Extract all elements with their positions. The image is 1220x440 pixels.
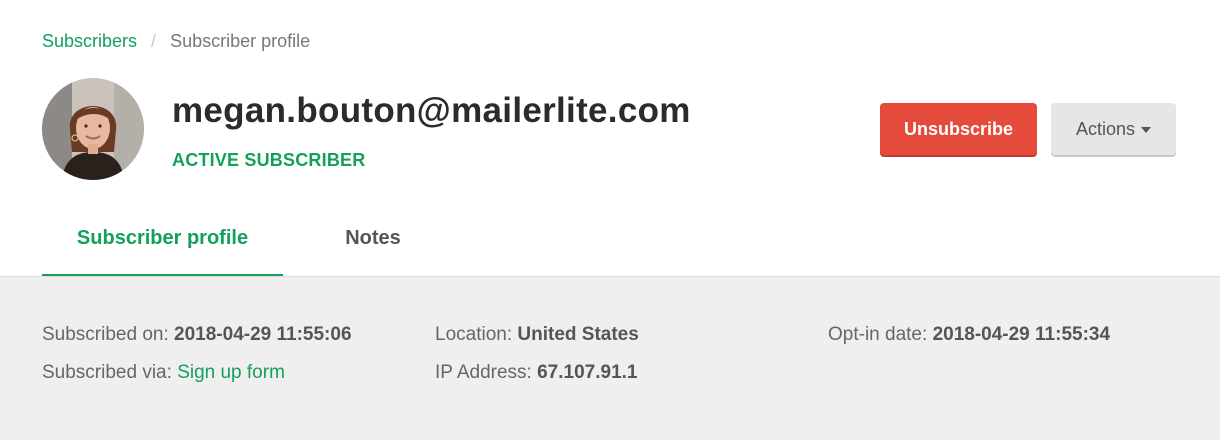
subscribed-via-row: Subscribed via: Sign up form [42, 361, 352, 399]
opt-in-date-value: 2018-04-29 11:55:34 [932, 324, 1111, 345]
ip-address-label: IP Address: [435, 362, 532, 383]
avatar [42, 78, 144, 180]
opt-in-date-row: Opt-in date: 2018-04-29 11:55:34 [828, 323, 1110, 361]
breadcrumb: Subscribers / Subscriber profile [42, 31, 310, 52]
ip-address-value: 67.107.91.1 [537, 362, 638, 383]
location-row: Location: United States [435, 323, 639, 361]
location-value: United States [517, 324, 639, 345]
tab-subscriber-profile[interactable]: Subscriber profile [42, 200, 283, 277]
subscriber-email: megan.bouton@mailerlite.com [172, 91, 691, 130]
details-column-subscription: Subscribed on: 2018-04-29 11:55:06 Subsc… [42, 323, 352, 399]
opt-in-date-label: Opt-in date: [828, 324, 928, 345]
tab-notes[interactable]: Notes [283, 200, 463, 277]
breadcrumb-subscribers-link[interactable]: Subscribers [42, 31, 137, 52]
actions-label: Actions [1075, 118, 1136, 139]
breadcrumb-current: Subscriber profile [170, 31, 311, 51]
unsubscribe-button[interactable]: Unsubscribe [880, 103, 1037, 155]
subscribed-on-label: Subscribed on: [42, 324, 169, 345]
location-label: Location: [435, 324, 513, 345]
details-column-location: Location: United States IP Address: 67.1… [435, 323, 639, 399]
ip-address-row: IP Address: 67.107.91.1 [435, 361, 639, 399]
caret-down-icon [1141, 127, 1152, 133]
subscribed-on-row: Subscribed on: 2018-04-29 11:55:06 [42, 323, 352, 361]
subscriber-status-badge: ACTIVE SUBSCRIBER [172, 150, 366, 170]
signup-form-link[interactable]: Sign up form [177, 362, 285, 383]
details-column-optin: Opt-in date: 2018-04-29 11:55:34 [828, 323, 1110, 361]
actions-dropdown-button[interactable]: Actions [1051, 103, 1176, 155]
avatar-photo [42, 78, 144, 180]
subscribed-on-value: 2018-04-29 11:55:06 [174, 324, 352, 345]
profile-tabs: Subscriber profile Notes [42, 200, 463, 277]
subscribed-via-label: Subscribed via: [42, 362, 172, 383]
profile-header: Subscribers / Subscriber profile megan.b… [0, 0, 1220, 277]
subscriber-details-panel: Subscribed on: 2018-04-29 11:55:06 Subsc… [0, 277, 1220, 440]
breadcrumb-separator: / [151, 31, 157, 51]
